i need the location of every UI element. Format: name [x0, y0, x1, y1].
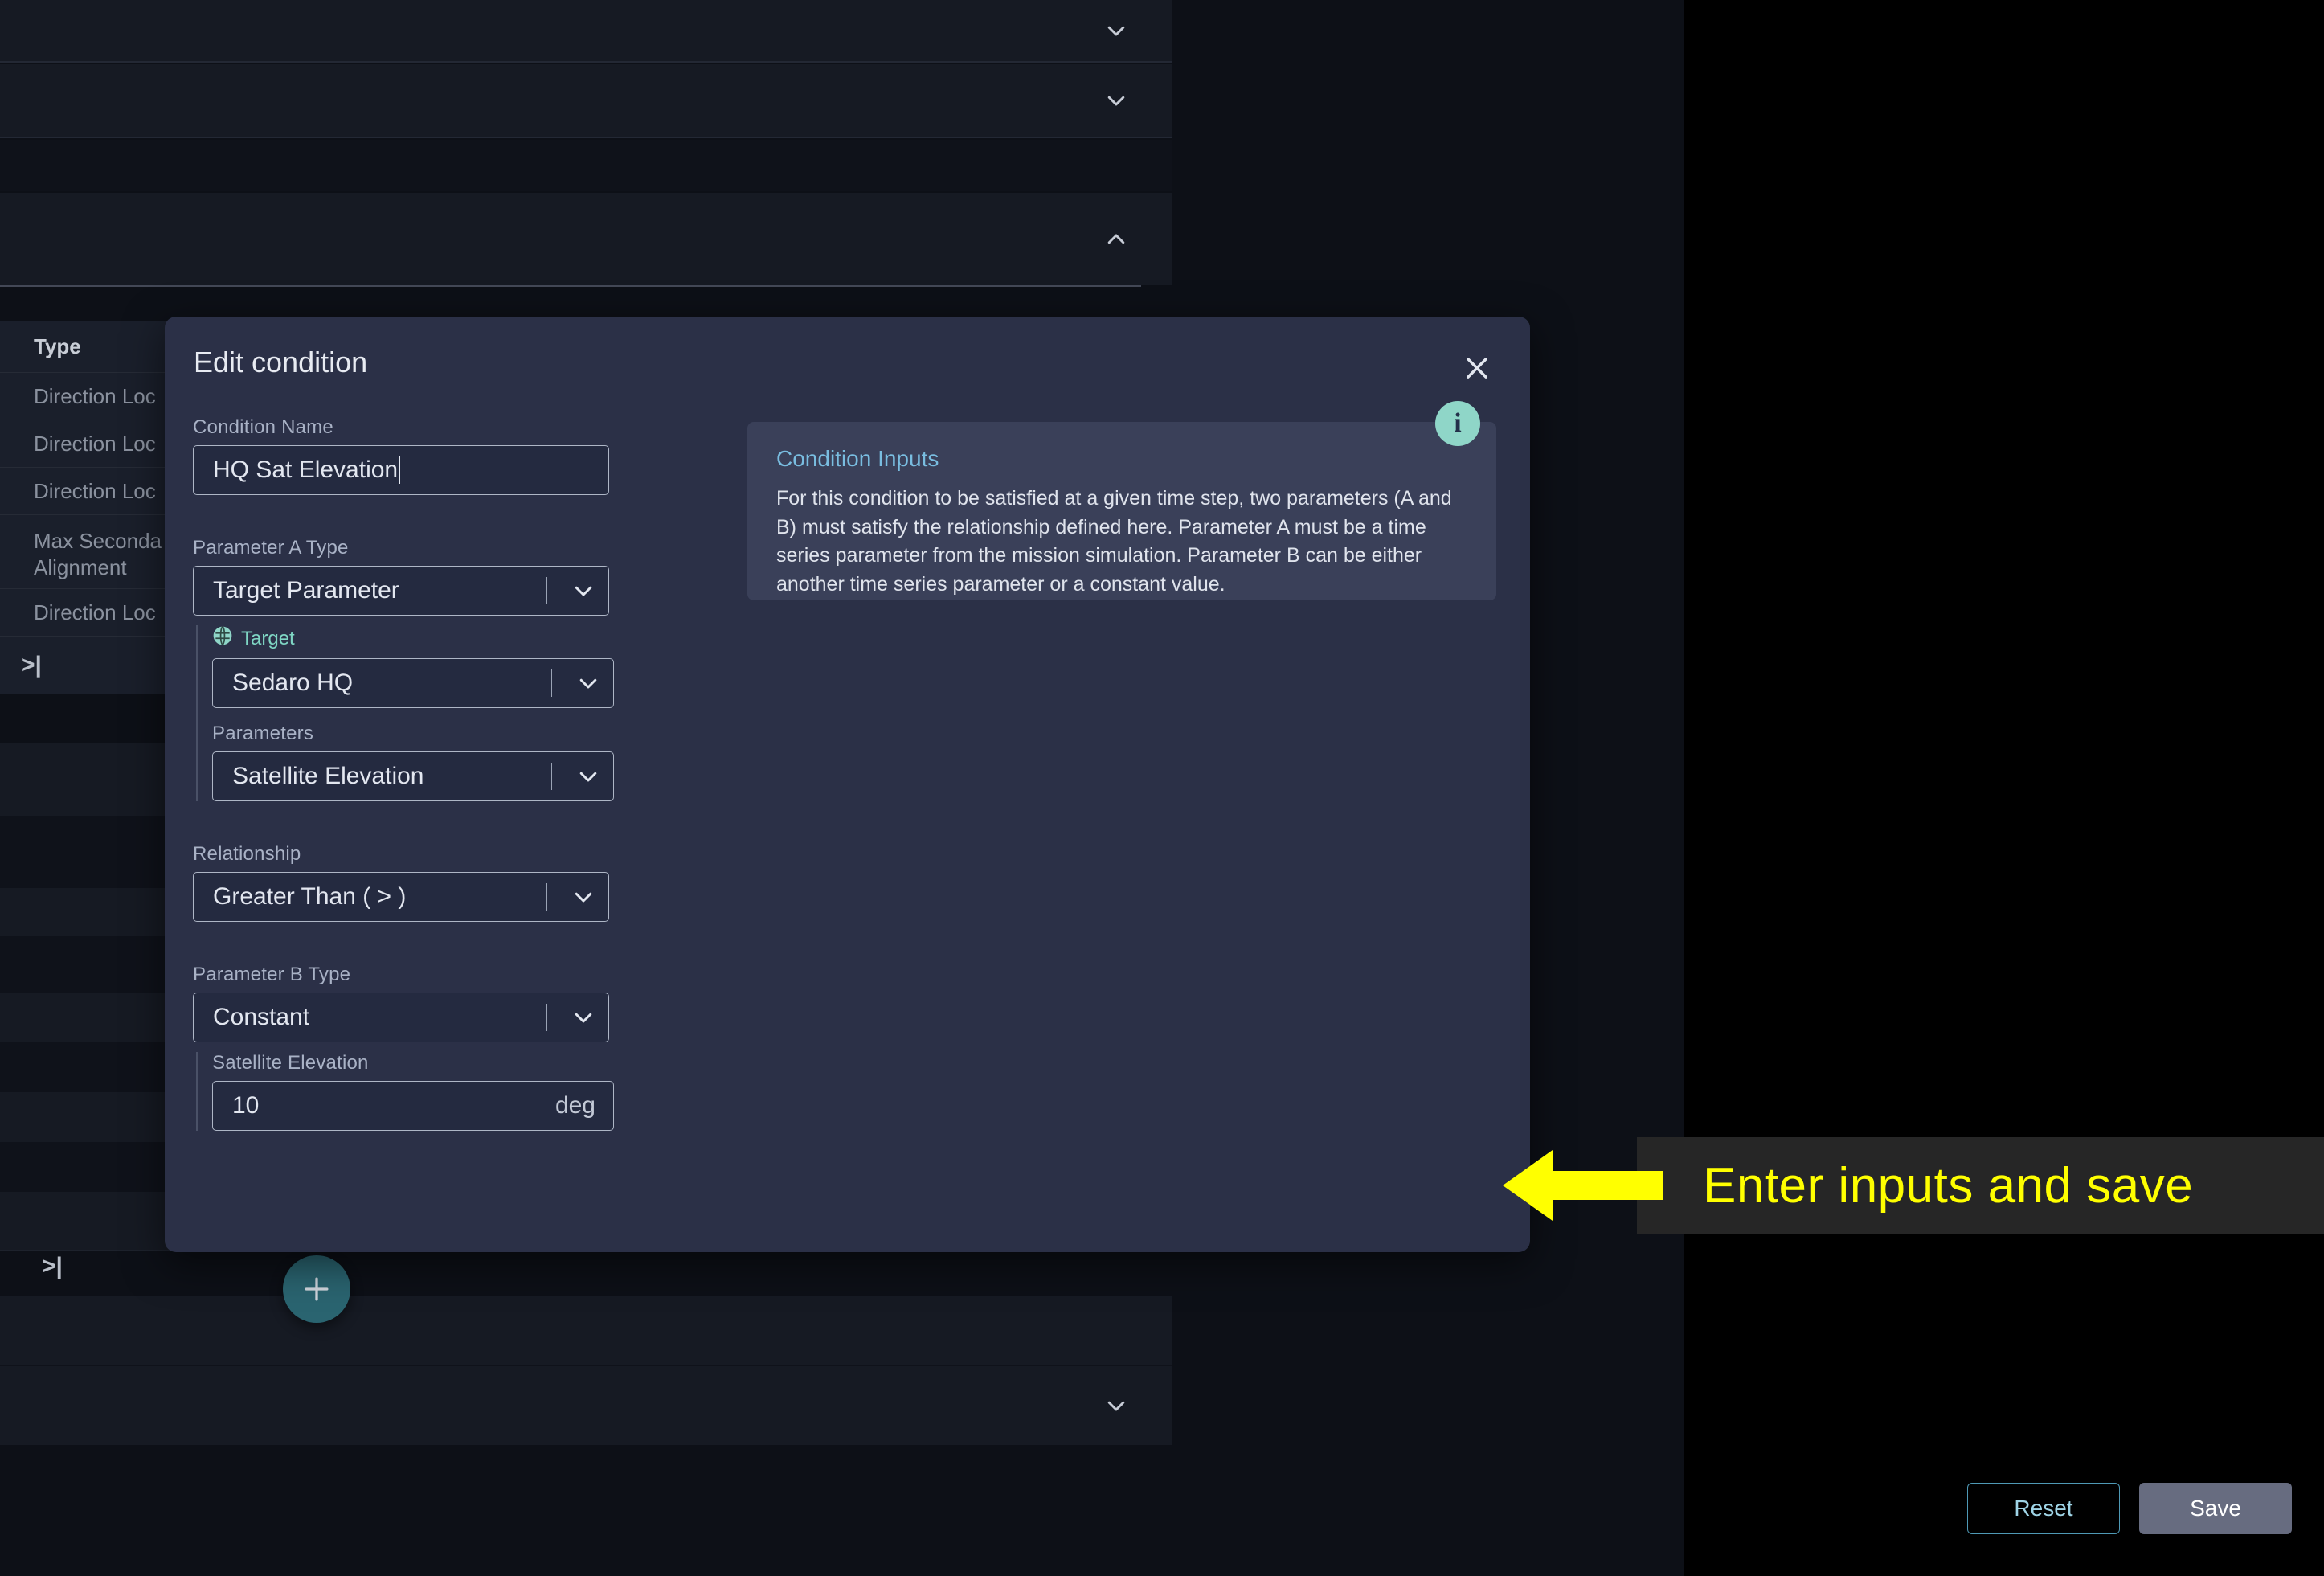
- parameter-b-type-field: Parameter B Type Constant: [193, 964, 643, 1042]
- accordion-header-3[interactable]: [0, 193, 1172, 285]
- select-divider: [551, 669, 552, 697]
- parameters-value: Satellite Elevation: [232, 763, 424, 789]
- parameter-a-type-value: Target Parameter: [213, 577, 399, 604]
- chevron-down-icon[interactable]: [570, 671, 607, 695]
- globe-icon: [212, 625, 233, 652]
- condition-inputs-info-card: Condition Inputs For this condition to b…: [747, 422, 1496, 600]
- relationship-select[interactable]: Greater Than ( > ): [193, 872, 609, 922]
- parameters-select[interactable]: Satellite Elevation: [212, 751, 614, 801]
- parameters-label: Parameters: [212, 723, 314, 744]
- chevron-down-icon[interactable]: [570, 764, 607, 788]
- add-condition-button[interactable]: [283, 1255, 350, 1323]
- panel-divider: [0, 140, 1172, 191]
- text-caret: [399, 456, 401, 484]
- select-divider: [551, 763, 552, 790]
- parameter-b-type-value: Constant: [213, 1004, 310, 1030]
- parameter-a-type-field: Parameter A Type Target Parameter: [193, 537, 643, 616]
- save-button[interactable]: Save: [2139, 1483, 2292, 1534]
- dialog-actions: Reset Save: [1967, 1483, 2292, 1534]
- chevron-down-icon[interactable]: [565, 885, 602, 909]
- accordion-header-1[interactable]: [0, 0, 1172, 63]
- chevron-down-icon[interactable]: [1099, 1389, 1133, 1422]
- target-select[interactable]: Sedaro HQ: [212, 658, 614, 708]
- accordion-header-2[interactable]: [0, 64, 1172, 138]
- plus-icon: [299, 1271, 334, 1307]
- condition-form: Condition Name HQ Sat Elevation Paramete…: [193, 416, 643, 1131]
- chevron-down-icon[interactable]: [565, 1005, 602, 1030]
- relationship-value: Greater Than ( > ): [213, 883, 407, 910]
- target-parameter-group: Target Sedaro HQ Parameters Satellite El…: [196, 625, 643, 801]
- target-label: Target: [241, 627, 295, 649]
- chevron-down-icon[interactable]: [1099, 14, 1133, 47]
- target-value: Sedaro HQ: [232, 669, 354, 696]
- arrow-left-icon: [1503, 1145, 1663, 1226]
- parameter-b-type-select[interactable]: Constant: [193, 993, 609, 1042]
- unit-label: deg: [554, 1092, 595, 1119]
- constant-value: 10: [232, 1092, 260, 1119]
- chevron-down-icon[interactable]: [1099, 84, 1133, 117]
- parameter-a-type-select[interactable]: Target Parameter: [193, 566, 609, 616]
- chevron-down-icon[interactable]: [565, 579, 602, 603]
- condition-name-field: Condition Name HQ Sat Elevation: [193, 416, 643, 495]
- select-divider: [546, 883, 547, 911]
- reset-button[interactable]: Reset: [1967, 1483, 2120, 1534]
- annotation-text: Enter inputs and save: [1703, 1157, 2194, 1214]
- chevron-up-icon[interactable]: [1099, 223, 1133, 256]
- condition-name-value: HQ Sat Elevation: [213, 456, 399, 483]
- parameter-a-type-label: Parameter A Type: [193, 537, 349, 559]
- constant-value-group: Satellite Elevation 10 deg: [196, 1052, 643, 1131]
- list-item[interactable]: [0, 1296, 1172, 1365]
- info-card-title: Condition Inputs: [776, 446, 939, 471]
- relationship-label: Relationship: [193, 843, 301, 865]
- condition-name-input[interactable]: HQ Sat Elevation: [193, 445, 609, 495]
- condition-name-label: Condition Name: [193, 416, 333, 438]
- relationship-field: Relationship Greater Than ( > ): [193, 843, 643, 922]
- parameter-b-type-label: Parameter B Type: [193, 964, 351, 985]
- constant-value-input[interactable]: 10 deg: [212, 1081, 614, 1131]
- section-rule: [0, 285, 1141, 287]
- select-divider: [546, 577, 547, 604]
- select-divider: [546, 1004, 547, 1031]
- accordion-header-4[interactable]: [0, 1366, 1172, 1445]
- dialog-title: Edit condition: [194, 346, 368, 379]
- info-icon[interactable]: i: [1435, 401, 1480, 446]
- annotation-band: Enter inputs and save: [1637, 1137, 2324, 1234]
- letterbox: [1684, 0, 2324, 1576]
- target-header: Target: [212, 625, 643, 652]
- info-card-body: For this condition to be satisfied at a …: [776, 487, 1452, 596]
- close-icon[interactable]: [1459, 350, 1495, 386]
- constant-value-label: Satellite Elevation: [212, 1052, 369, 1074]
